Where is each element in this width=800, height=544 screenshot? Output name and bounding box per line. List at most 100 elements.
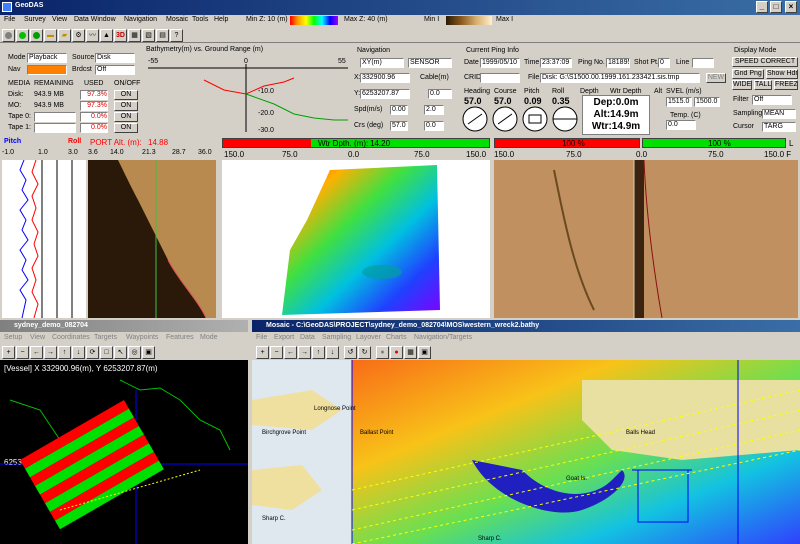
record-button[interactable] bbox=[16, 29, 29, 42]
zoom-out-icon[interactable]: − bbox=[270, 346, 283, 359]
pan-down-icon[interactable]: ↓ bbox=[72, 346, 85, 359]
lmenu-features[interactable]: Features bbox=[166, 334, 194, 341]
mmenu-charts[interactable]: Charts bbox=[386, 334, 407, 341]
waveform-icon[interactable]: 〰 bbox=[86, 29, 99, 42]
pan-right-icon[interactable]: → bbox=[298, 346, 311, 359]
nav-field[interactable] bbox=[27, 65, 67, 75]
crid-field[interactable] bbox=[480, 73, 520, 83]
menu-navigation[interactable]: Navigation bbox=[124, 16, 157, 23]
mmenu-file[interactable]: File bbox=[256, 334, 267, 341]
pan-left-icon[interactable]: ← bbox=[284, 346, 297, 359]
temp-field[interactable]: 0.0 bbox=[666, 120, 696, 130]
mosaic-window-title[interactable]: Mosaic - C:\GeoDAS\PROJECT\sydney_demo_0… bbox=[252, 320, 800, 332]
target-icon[interactable]: ◎ bbox=[128, 346, 141, 359]
wtr-tick: 150.0 bbox=[466, 150, 487, 159]
coord-sys-select[interactable]: XY(m) bbox=[360, 58, 404, 68]
play-button[interactable] bbox=[30, 29, 43, 42]
pan-up-icon[interactable]: ↑ bbox=[312, 346, 325, 359]
menu-tools[interactable]: Tools bbox=[192, 16, 208, 23]
open-folder-icon[interactable]: ▬ bbox=[44, 29, 57, 42]
wtr-depth-value: 14.20 bbox=[370, 139, 391, 148]
wtr-tick: 75.0 bbox=[414, 150, 430, 159]
new-button[interactable]: NEW bbox=[706, 73, 726, 83]
export-icon[interactable]: ▣ bbox=[418, 346, 431, 359]
terrain-icon[interactable]: ▲ bbox=[100, 29, 113, 42]
grid-ping-button[interactable]: Grid Png bbox=[732, 69, 764, 79]
speed-correct-button[interactable]: SPEED CORRECT bbox=[732, 57, 798, 67]
cursor-select[interactable]: TARG bbox=[762, 122, 796, 132]
lmenu-waypoints[interactable]: Waypoints bbox=[126, 334, 158, 341]
media-row-toggle[interactable]: ON bbox=[114, 101, 138, 111]
broadcast-field[interactable]: Off bbox=[95, 65, 135, 75]
zoom-out-icon[interactable]: − bbox=[16, 346, 29, 359]
pan-down-icon[interactable]: ↓ bbox=[326, 346, 339, 359]
menu-help[interactable]: Help bbox=[214, 16, 228, 23]
maximize-button[interactable]: □ bbox=[770, 1, 782, 13]
minimize-button[interactable]: _ bbox=[756, 1, 768, 13]
cable-field[interactable]: 0.0 bbox=[428, 89, 452, 99]
marker-icon[interactable]: ▣ bbox=[142, 346, 155, 359]
menu-view[interactable]: View bbox=[52, 16, 67, 23]
pan-right-icon[interactable]: → bbox=[44, 346, 57, 359]
refresh-icon[interactable]: ⟳ bbox=[86, 346, 99, 359]
speed-field-2[interactable]: 2.0 bbox=[424, 105, 444, 115]
close-button[interactable]: × bbox=[785, 1, 797, 13]
menu-mosaic[interactable]: Mosaic bbox=[166, 16, 188, 23]
grid-icon[interactable]: ▤ bbox=[156, 29, 169, 42]
tall-button[interactable]: TALL bbox=[754, 80, 772, 90]
menu-bar: File Survey View Data Window Navigation … bbox=[0, 15, 800, 27]
port-tick: 14.0 bbox=[110, 149, 124, 156]
media-row-toggle[interactable]: ON bbox=[114, 112, 138, 122]
help-icon[interactable]: ? bbox=[170, 29, 183, 42]
pan-left-icon[interactable]: ← bbox=[30, 346, 43, 359]
sensor-select[interactable]: SENSOR bbox=[408, 58, 452, 68]
pan-up-icon[interactable]: ↑ bbox=[58, 346, 71, 359]
zoom-in-icon[interactable]: + bbox=[256, 346, 269, 359]
lmenu-mode[interactable]: Mode bbox=[200, 334, 218, 341]
mmenu-data[interactable]: Data bbox=[300, 334, 315, 341]
stop-circle-icon[interactable]: ● bbox=[376, 346, 389, 359]
map-icon[interactable]: ▧ bbox=[142, 29, 155, 42]
media-row-toggle[interactable]: ON bbox=[114, 123, 138, 133]
mmenu-layover[interactable]: Layover bbox=[356, 334, 381, 341]
source-field[interactable]: Disk bbox=[95, 53, 135, 63]
filter-select[interactable]: Off bbox=[752, 95, 792, 105]
lmenu-view[interactable]: View bbox=[30, 334, 45, 341]
record-circle-icon[interactable]: ● bbox=[390, 346, 403, 359]
chart-overlay-icon[interactable]: ▦ bbox=[404, 346, 417, 359]
lmenu-coordinates[interactable]: Coordinates bbox=[52, 334, 90, 341]
lmenu-setup[interactable]: Setup bbox=[4, 334, 22, 341]
mmenu-navigation-targets[interactable]: Navigation/Targets bbox=[414, 334, 472, 341]
media-row-toggle[interactable]: ON bbox=[114, 90, 138, 100]
svel-field-2[interactable]: 1500.0 bbox=[694, 97, 720, 107]
sampling-select[interactable]: MEAN bbox=[762, 109, 796, 119]
stop-button[interactable] bbox=[2, 29, 15, 42]
wide-button[interactable]: WIDE bbox=[732, 80, 752, 90]
port-tick: 28.7 bbox=[172, 149, 186, 156]
mode-field[interactable]: Playback bbox=[27, 53, 67, 63]
show-hdr-button[interactable]: Show Hdr bbox=[766, 69, 798, 79]
left-window-menu: Setup View Coordinates Targets Waypoints… bbox=[0, 332, 248, 344]
left-map[interactable]: [Vessel] X 332900.96(m), Y 6253207.87(m)… bbox=[0, 360, 248, 544]
lmenu-targets[interactable]: Targets bbox=[94, 334, 117, 341]
freeze-button[interactable]: FREEZE bbox=[774, 80, 798, 90]
rotate-cw-icon[interactable]: ↻ bbox=[358, 346, 371, 359]
file-field[interactable]: Disk: G:\S1500.00.1999.161.233421.sis.tm… bbox=[540, 73, 700, 83]
course-field-2[interactable]: 0.0 bbox=[424, 121, 444, 131]
menu-survey[interactable]: Survey bbox=[24, 16, 46, 23]
mmenu-export[interactable]: Export bbox=[274, 334, 294, 341]
rotate-ccw-icon[interactable]: ↺ bbox=[344, 346, 357, 359]
chart-icon[interactable]: ▦ bbox=[128, 29, 141, 42]
pointer-icon[interactable]: ↖ bbox=[114, 346, 127, 359]
menu-data-window[interactable]: Data Window bbox=[74, 16, 116, 23]
select-rect-icon[interactable]: □ bbox=[100, 346, 113, 359]
line-field bbox=[692, 58, 714, 68]
open-file-icon[interactable]: ▰ bbox=[58, 29, 71, 42]
view-3d-button[interactable]: 3D bbox=[114, 29, 127, 42]
mosaic-map[interactable]: Longnose Point Birchgrove Point Ballast … bbox=[252, 360, 800, 544]
mmenu-sampling[interactable]: Sampling bbox=[322, 334, 351, 341]
left-window-title[interactable]: sydney_demo_082704 bbox=[0, 320, 248, 332]
settings-icon[interactable]: ⚙ bbox=[72, 29, 85, 42]
menu-file[interactable]: File bbox=[4, 16, 15, 23]
zoom-in-icon[interactable]: + bbox=[2, 346, 15, 359]
